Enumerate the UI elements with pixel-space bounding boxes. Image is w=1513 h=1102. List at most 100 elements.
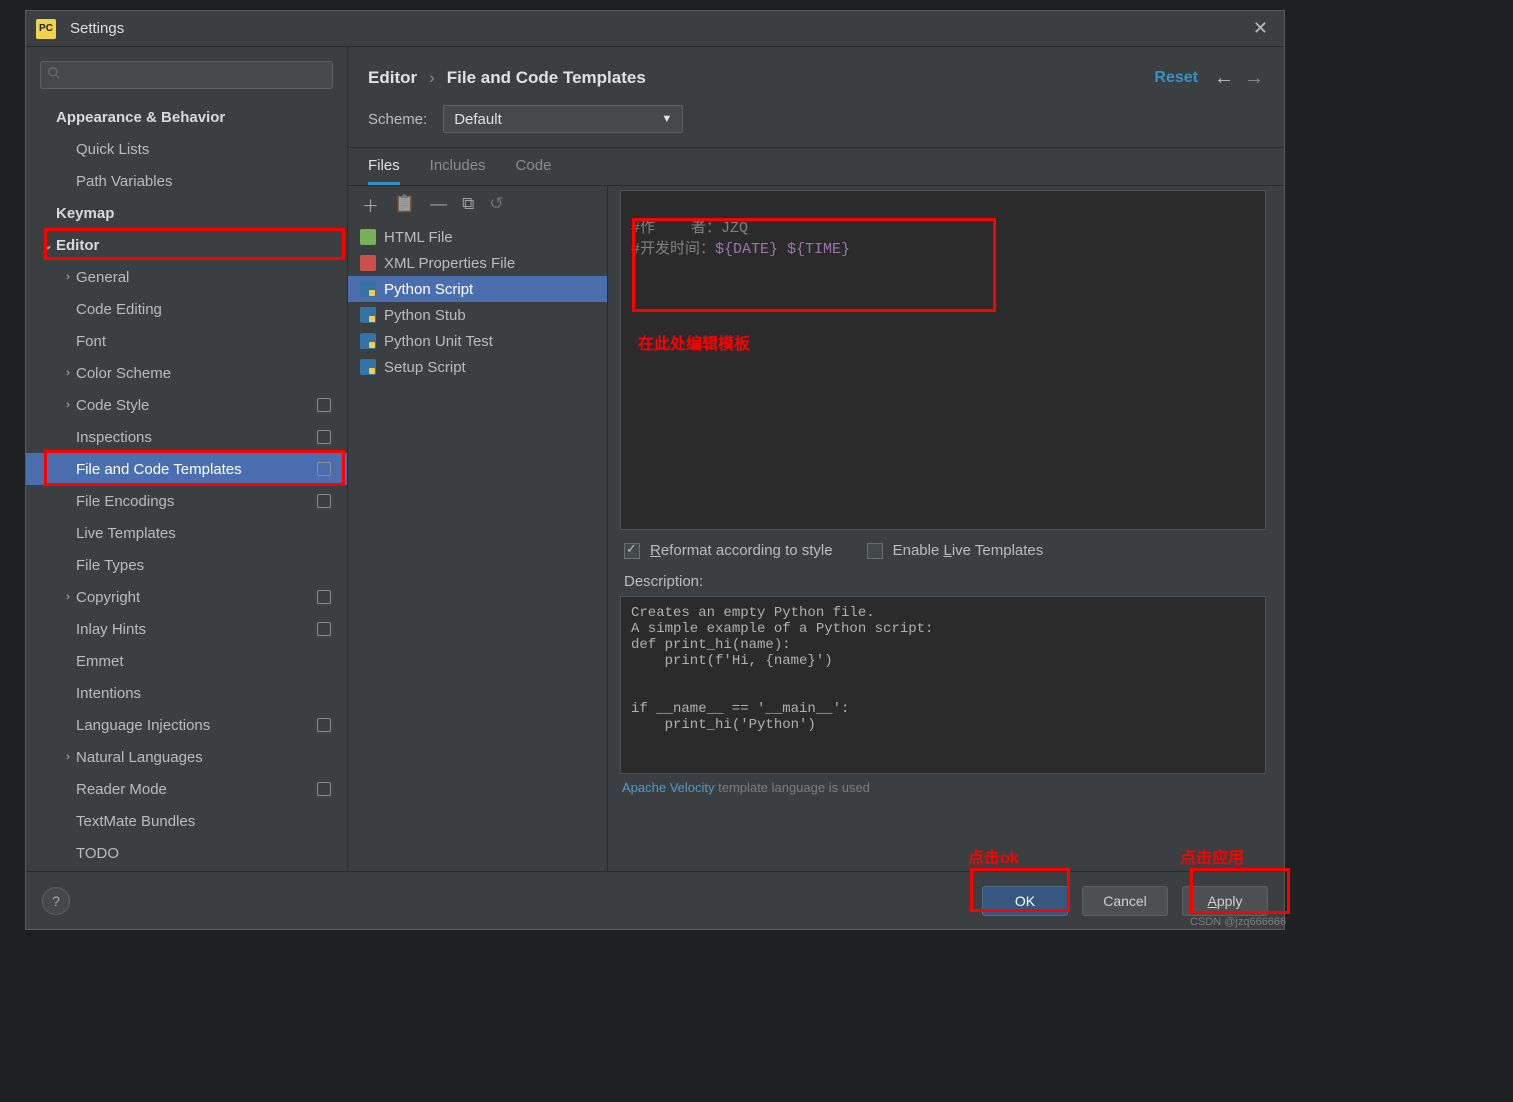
tab-includes[interactable]: Includes xyxy=(430,157,486,185)
template-item-setup-script[interactable]: Setup Script xyxy=(348,354,607,380)
sidebar-item-label: Intentions xyxy=(76,685,337,702)
sidebar-item-label: TextMate Bundles xyxy=(76,813,337,830)
settings-dialog: PC Settings ✕ ›Appearance & Behavior›Qui… xyxy=(25,10,1285,930)
sidebar-item-appearance-behavior[interactable]: ›Appearance & Behavior xyxy=(26,101,347,133)
breadcrumb-sep: › xyxy=(429,68,435,88)
sidebar-item-natural-languages[interactable]: ›Natural Languages xyxy=(26,741,347,773)
project-scope-icon xyxy=(317,718,331,732)
apply-button[interactable]: Apply xyxy=(1182,886,1268,916)
sidebar-item-label: Natural Languages xyxy=(76,749,337,766)
template-code-editor[interactable]: #作 者：JZQ #开发时间：${DATE} ${TIME} xyxy=(620,190,1266,530)
settings-tree[interactable]: ›Appearance & Behavior›Quick Lists›Path … xyxy=(26,95,347,871)
html-file-icon xyxy=(360,229,376,245)
annotation-edit-template: 在此处编辑模板 xyxy=(638,330,750,354)
sidebar-item-file-encodings[interactable]: ›File Encodings xyxy=(26,485,347,517)
sidebar-item-code-style[interactable]: ›Code Style xyxy=(26,389,347,421)
sidebar-item-todo[interactable]: ›TODO xyxy=(26,837,347,869)
sidebar-item-editor[interactable]: ⌄Editor xyxy=(26,229,347,261)
project-scope-icon xyxy=(317,782,331,796)
sidebar-item-language-injections[interactable]: ›Language Injections xyxy=(26,709,347,741)
sidebar-item-live-templates[interactable]: ›Live Templates xyxy=(26,517,347,549)
cancel-button[interactable]: Cancel xyxy=(1082,886,1168,916)
add-template-icon[interactable]: ＋ xyxy=(362,192,379,217)
py-file-icon xyxy=(360,307,376,323)
template-item-html-file[interactable]: HTML File xyxy=(348,224,607,250)
chevron-down-icon: ▼ xyxy=(661,113,672,125)
sidebar-item-label: Inlay Hints xyxy=(76,621,317,638)
template-item-label: Python Unit Test xyxy=(384,333,493,350)
sidebar-item-path-variables[interactable]: ›Path Variables xyxy=(26,165,347,197)
xml-file-icon xyxy=(360,255,376,271)
reset-link[interactable]: Reset xyxy=(1154,69,1198,87)
tree-arrow-icon: › xyxy=(60,751,76,763)
annotation-click-apply: 点击应用 xyxy=(1180,844,1244,868)
breadcrumb: Editor › File and Code Templates xyxy=(368,68,1154,88)
sidebar-item-reader-mode[interactable]: ›Reader Mode xyxy=(26,773,347,805)
sidebar-item-label: Reader Mode xyxy=(76,781,317,798)
template-item-label: HTML File xyxy=(384,229,453,246)
py-file-icon xyxy=(360,281,376,297)
settings-sidebar: ›Appearance & Behavior›Quick Lists›Path … xyxy=(26,47,348,871)
sidebar-item-keymap[interactable]: ›Keymap xyxy=(26,197,347,229)
enable-live-checkbox[interactable]: Enable Live Templates xyxy=(867,542,1044,559)
add-group-icon[interactable]: 📋 xyxy=(394,194,415,214)
sidebar-item-label: General xyxy=(76,269,337,286)
sidebar-item-label: Inspections xyxy=(76,429,317,446)
sidebar-item-label: Font xyxy=(76,333,337,350)
velocity-link[interactable]: Apache Velocity xyxy=(622,780,715,795)
sidebar-item-copyright[interactable]: ›Copyright xyxy=(26,581,347,613)
nav-forward-icon[interactable]: → xyxy=(1244,67,1264,90)
breadcrumb-part: Editor xyxy=(368,68,417,88)
sidebar-item-emmet[interactable]: ›Emmet xyxy=(26,645,347,677)
sidebar-item-code-editing[interactable]: ›Code Editing xyxy=(26,293,347,325)
sidebar-item-file-types[interactable]: ›File Types xyxy=(26,549,347,581)
sidebar-item-color-scheme[interactable]: ›Color Scheme xyxy=(26,357,347,389)
sidebar-item-label: Path Variables xyxy=(76,173,337,190)
copy-template-icon[interactable]: ⧉ xyxy=(462,194,474,214)
project-scope-icon xyxy=(317,462,331,476)
revert-template-icon[interactable]: ↺ xyxy=(489,194,503,214)
sidebar-item-label: File Types xyxy=(76,557,337,574)
ok-button[interactable]: OK xyxy=(982,886,1068,916)
help-button[interactable]: ? xyxy=(42,887,70,915)
tab-files[interactable]: Files xyxy=(368,157,400,185)
velocity-note: Apache Velocity template language is use… xyxy=(620,774,1266,801)
sidebar-item-label: Quick Lists xyxy=(76,141,337,158)
sidebar-item-label: Editor xyxy=(56,237,337,254)
breadcrumb-part: File and Code Templates xyxy=(447,68,646,88)
project-scope-icon xyxy=(317,494,331,508)
app-icon: PC xyxy=(36,19,56,39)
sidebar-item-file-and-code-templates[interactable]: ›File and Code Templates xyxy=(26,453,347,485)
sidebar-item-inspections[interactable]: ›Inspections xyxy=(26,421,347,453)
sidebar-item-label: Copyright xyxy=(76,589,317,606)
template-toolbar: ＋ 📋 — ⧉ ↺ xyxy=(348,186,607,222)
reformat-checkbox[interactable]: Reformat according to style xyxy=(624,542,833,559)
sidebar-item-inlay-hints[interactable]: ›Inlay Hints xyxy=(26,613,347,645)
sidebar-item-general[interactable]: ›General xyxy=(26,261,347,293)
template-list[interactable]: HTML File XML Properties File Python Scrip… xyxy=(348,222,607,871)
tab-code[interactable]: Code xyxy=(516,157,552,185)
sidebar-item-label: Live Templates xyxy=(76,525,337,542)
sidebar-item-textmate-bundles[interactable]: ›TextMate Bundles xyxy=(26,805,347,837)
sidebar-item-intentions[interactable]: ›Intentions xyxy=(26,677,347,709)
template-item-label: XML Properties File xyxy=(384,255,515,272)
template-list-panel: ＋ 📋 — ⧉ ↺ HTML File XML Properties File Py… xyxy=(348,186,608,871)
nav-back-icon[interactable]: ← xyxy=(1214,67,1234,90)
close-icon[interactable]: ✕ xyxy=(1247,18,1274,39)
sidebar-item-label: Appearance & Behavior xyxy=(56,109,337,126)
watermark: CSDN @jzq666666 xyxy=(1190,916,1509,1102)
search-input[interactable] xyxy=(40,61,333,89)
sidebar-item-font[interactable]: ›Font xyxy=(26,325,347,357)
dialog-footer: ? OK Cancel Apply xyxy=(26,871,1284,929)
tree-arrow-icon: › xyxy=(60,399,76,411)
scheme-select[interactable]: Default ▼ xyxy=(443,105,683,133)
template-item-python-script[interactable]: Python Script xyxy=(348,276,607,302)
sidebar-item-label: Color Scheme xyxy=(76,365,337,382)
description-box[interactable]: Creates an empty Python file. A simple e… xyxy=(620,596,1266,774)
tree-arrow-icon: › xyxy=(60,591,76,603)
template-item-python-stub[interactable]: Python Stub xyxy=(348,302,607,328)
template-item-xml-properties-file[interactable]: XML Properties File xyxy=(348,250,607,276)
remove-template-icon[interactable]: — xyxy=(430,194,447,214)
template-item-python-unit-test[interactable]: Python Unit Test xyxy=(348,328,607,354)
sidebar-item-quick-lists[interactable]: ›Quick Lists xyxy=(26,133,347,165)
